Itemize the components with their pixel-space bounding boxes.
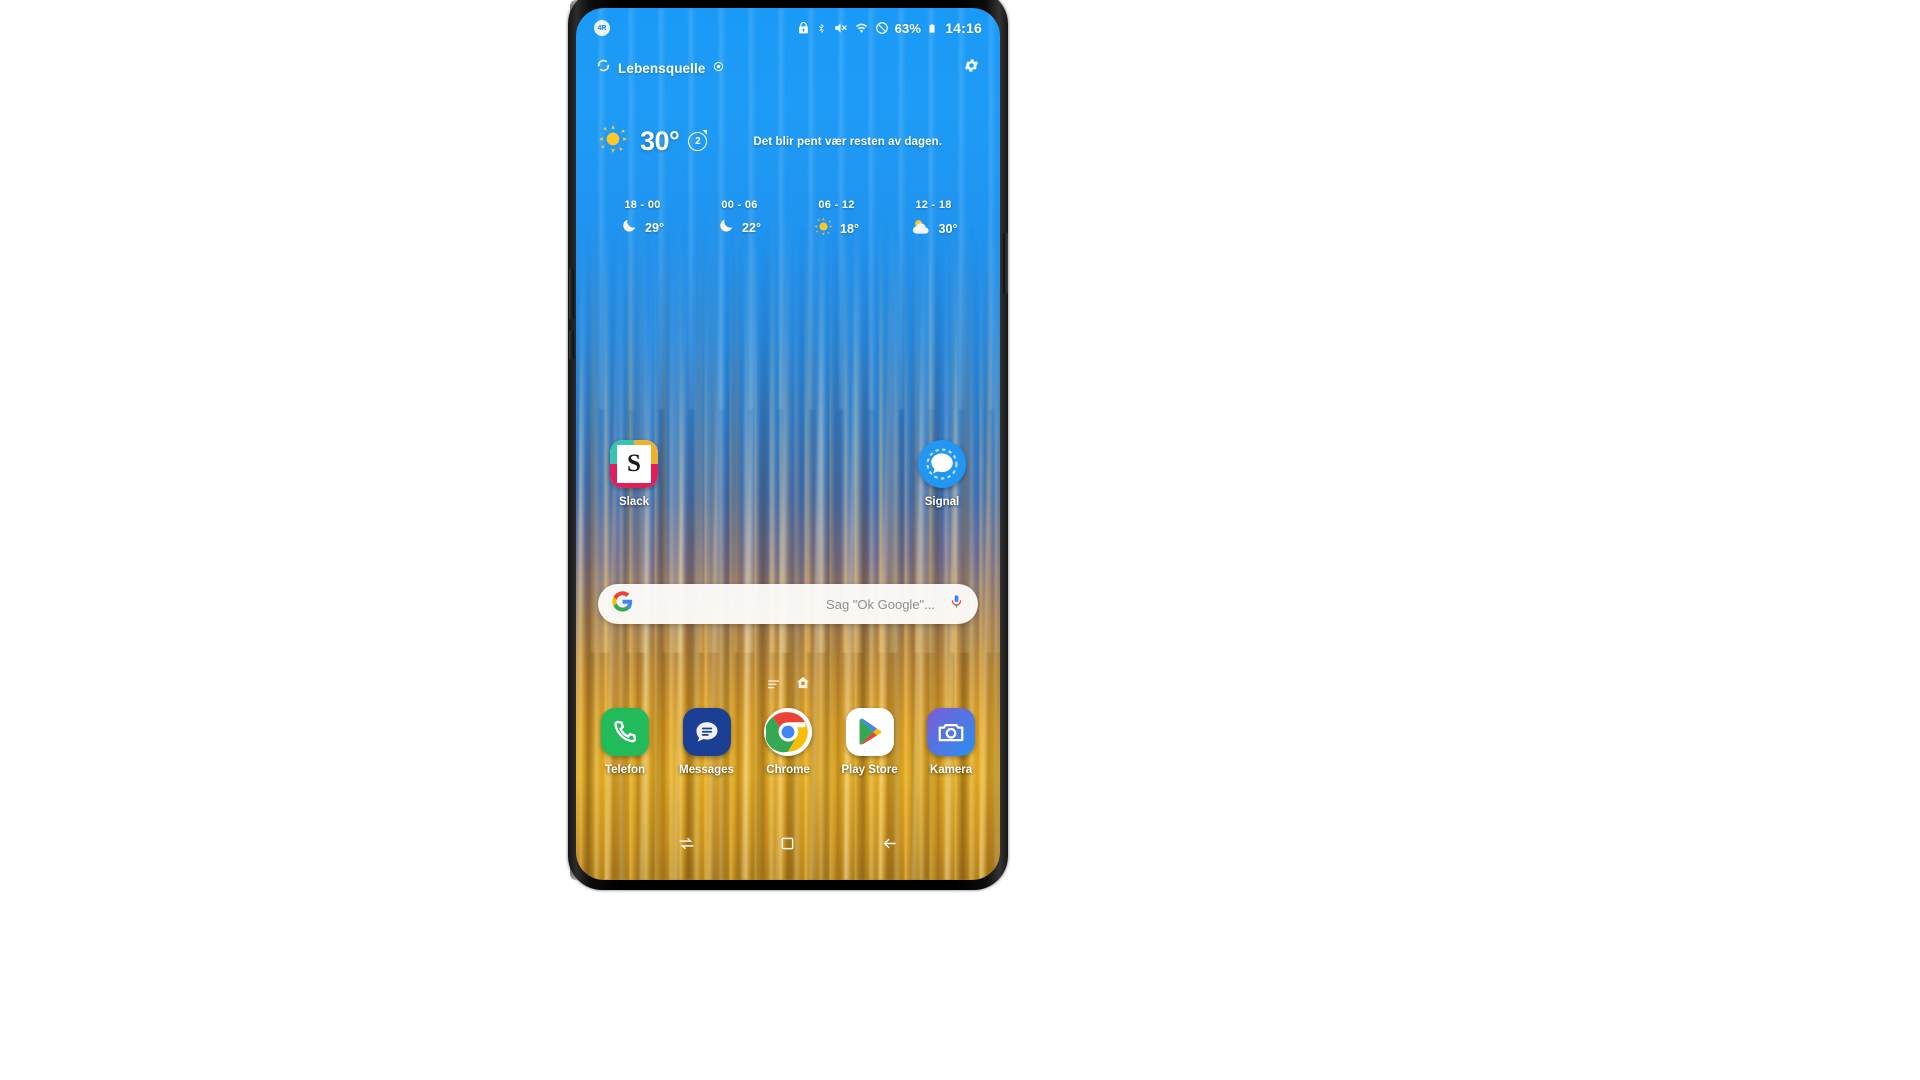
dock-app-chrome[interactable]: Chrome <box>755 708 821 776</box>
volume-down-button[interactable] <box>569 330 574 360</box>
weather-forecast: 18 - 00 29° 00 - 06 22° 06 - 12 18° 12 -… <box>576 199 1000 241</box>
status-bar-left: 4R <box>594 20 610 36</box>
weather-widget-header: Lebensquelle <box>576 52 1000 84</box>
weather-temperature: 30° <box>640 126 680 156</box>
google-g-icon <box>612 591 633 617</box>
google-search-bar[interactable]: Sag "Ok Google"... <box>598 584 978 624</box>
forecast-slot: 12 - 18 30° <box>885 199 982 241</box>
dock: Telefon Messages Chrome Play Store Kamer… <box>576 708 1000 776</box>
weather-current: 30° 2 Det blir pent vær resten av dagen. <box>576 124 1000 159</box>
search-input-placeholder[interactable]: Sag "Ok Google"... <box>826 597 935 612</box>
pages-lines-icon[interactable] <box>767 676 780 694</box>
volume-up-button[interactable] <box>569 268 574 320</box>
bluetooth-icon <box>816 21 827 36</box>
forecast-range: 06 - 12 <box>818 199 855 211</box>
gear-icon[interactable] <box>963 57 980 79</box>
secure-lock-icon <box>797 21 810 35</box>
dock-app-messages[interactable]: Messages <box>674 708 740 776</box>
camera-icon <box>927 708 975 756</box>
app-label: Signal <box>924 496 960 508</box>
status-bar-right: 63% 14:16 <box>797 20 982 36</box>
messages-icon <box>682 708 731 756</box>
sun-icon <box>814 217 833 241</box>
wifi-icon <box>854 22 869 35</box>
weather-widget[interactable]: Lebensquelle 30° 2 Det blir pent vær res… <box>576 52 1000 241</box>
refresh-icon[interactable] <box>596 58 611 78</box>
forecast-temp: 29° <box>645 221 664 235</box>
forecast-slot: 18 - 00 29° <box>594 199 691 241</box>
partly-cloudy-icon <box>910 217 932 241</box>
slack-icon: S <box>610 440 658 488</box>
home-app-grid: S Slack Signal <box>576 440 1000 508</box>
phone-icon <box>601 708 649 756</box>
forecast-temp: 30° <box>938 222 958 236</box>
forecast-range: 18 - 00 <box>624 199 661 211</box>
play-store-icon <box>845 708 894 756</box>
dock-app-kamera[interactable]: Kamera <box>918 708 984 776</box>
location-pin-icon <box>713 59 724 77</box>
app-label: Messages <box>679 764 734 776</box>
recents-icon[interactable] <box>677 834 696 858</box>
sun-icon <box>598 124 628 159</box>
microphone-icon[interactable] <box>949 593 964 615</box>
volume-mute-icon <box>833 21 848 35</box>
moon-icon <box>621 217 638 239</box>
app-slack[interactable]: S Slack <box>598 440 670 508</box>
screenshot-stage: 4R 63% 14:16 Lebensquelle 30° 2 Det blir… <box>0 0 1920 1080</box>
vr-badge-icon: 4R <box>594 20 610 36</box>
weather-source-label: Lebensquelle <box>618 60 706 76</box>
forecast-slot: 00 - 06 22° <box>691 199 788 241</box>
back-arrow-icon[interactable] <box>880 834 899 858</box>
status-bar[interactable]: 4R 63% 14:16 <box>576 8 1000 48</box>
home-page-icon[interactable] <box>796 676 810 694</box>
app-label: Chrome <box>766 764 810 776</box>
battery-percent-label: 63% <box>894 20 922 36</box>
signal-icon <box>918 440 966 488</box>
moon-icon <box>718 217 735 239</box>
home-square-icon[interactable] <box>778 834 797 858</box>
do-not-disturb-icon <box>875 21 889 35</box>
power-button[interactable] <box>1003 232 1008 294</box>
app-label: Slack <box>618 496 650 508</box>
weather-refresh-count: 2 <box>688 132 708 151</box>
weather-description: Det blir pent vær resten av dagen. <box>753 135 943 148</box>
navigation-bar <box>576 826 1000 866</box>
dock-app-play-store[interactable]: Play Store <box>837 708 903 776</box>
app-label: Kamera <box>929 764 973 776</box>
app-signal[interactable]: Signal <box>906 440 978 508</box>
forecast-slot: 06 - 12 18° <box>788 199 885 241</box>
forecast-range: 00 - 06 <box>721 199 758 211</box>
app-label: Telefon <box>604 764 646 776</box>
forecast-temp: 22° <box>742 221 761 235</box>
chrome-icon <box>764 708 812 756</box>
forecast-temp: 18° <box>840 222 859 236</box>
page-indicator[interactable] <box>576 676 1000 694</box>
battery-icon <box>927 21 937 36</box>
dock-app-telefon[interactable]: Telefon <box>592 708 658 776</box>
forecast-range: 12 - 18 <box>915 199 952 211</box>
phone-screen[interactable]: 4R 63% 14:16 Lebensquelle 30° 2 Det blir… <box>576 8 1000 880</box>
clock-label: 14:16 <box>945 20 982 36</box>
app-label: Play Store <box>841 764 898 776</box>
